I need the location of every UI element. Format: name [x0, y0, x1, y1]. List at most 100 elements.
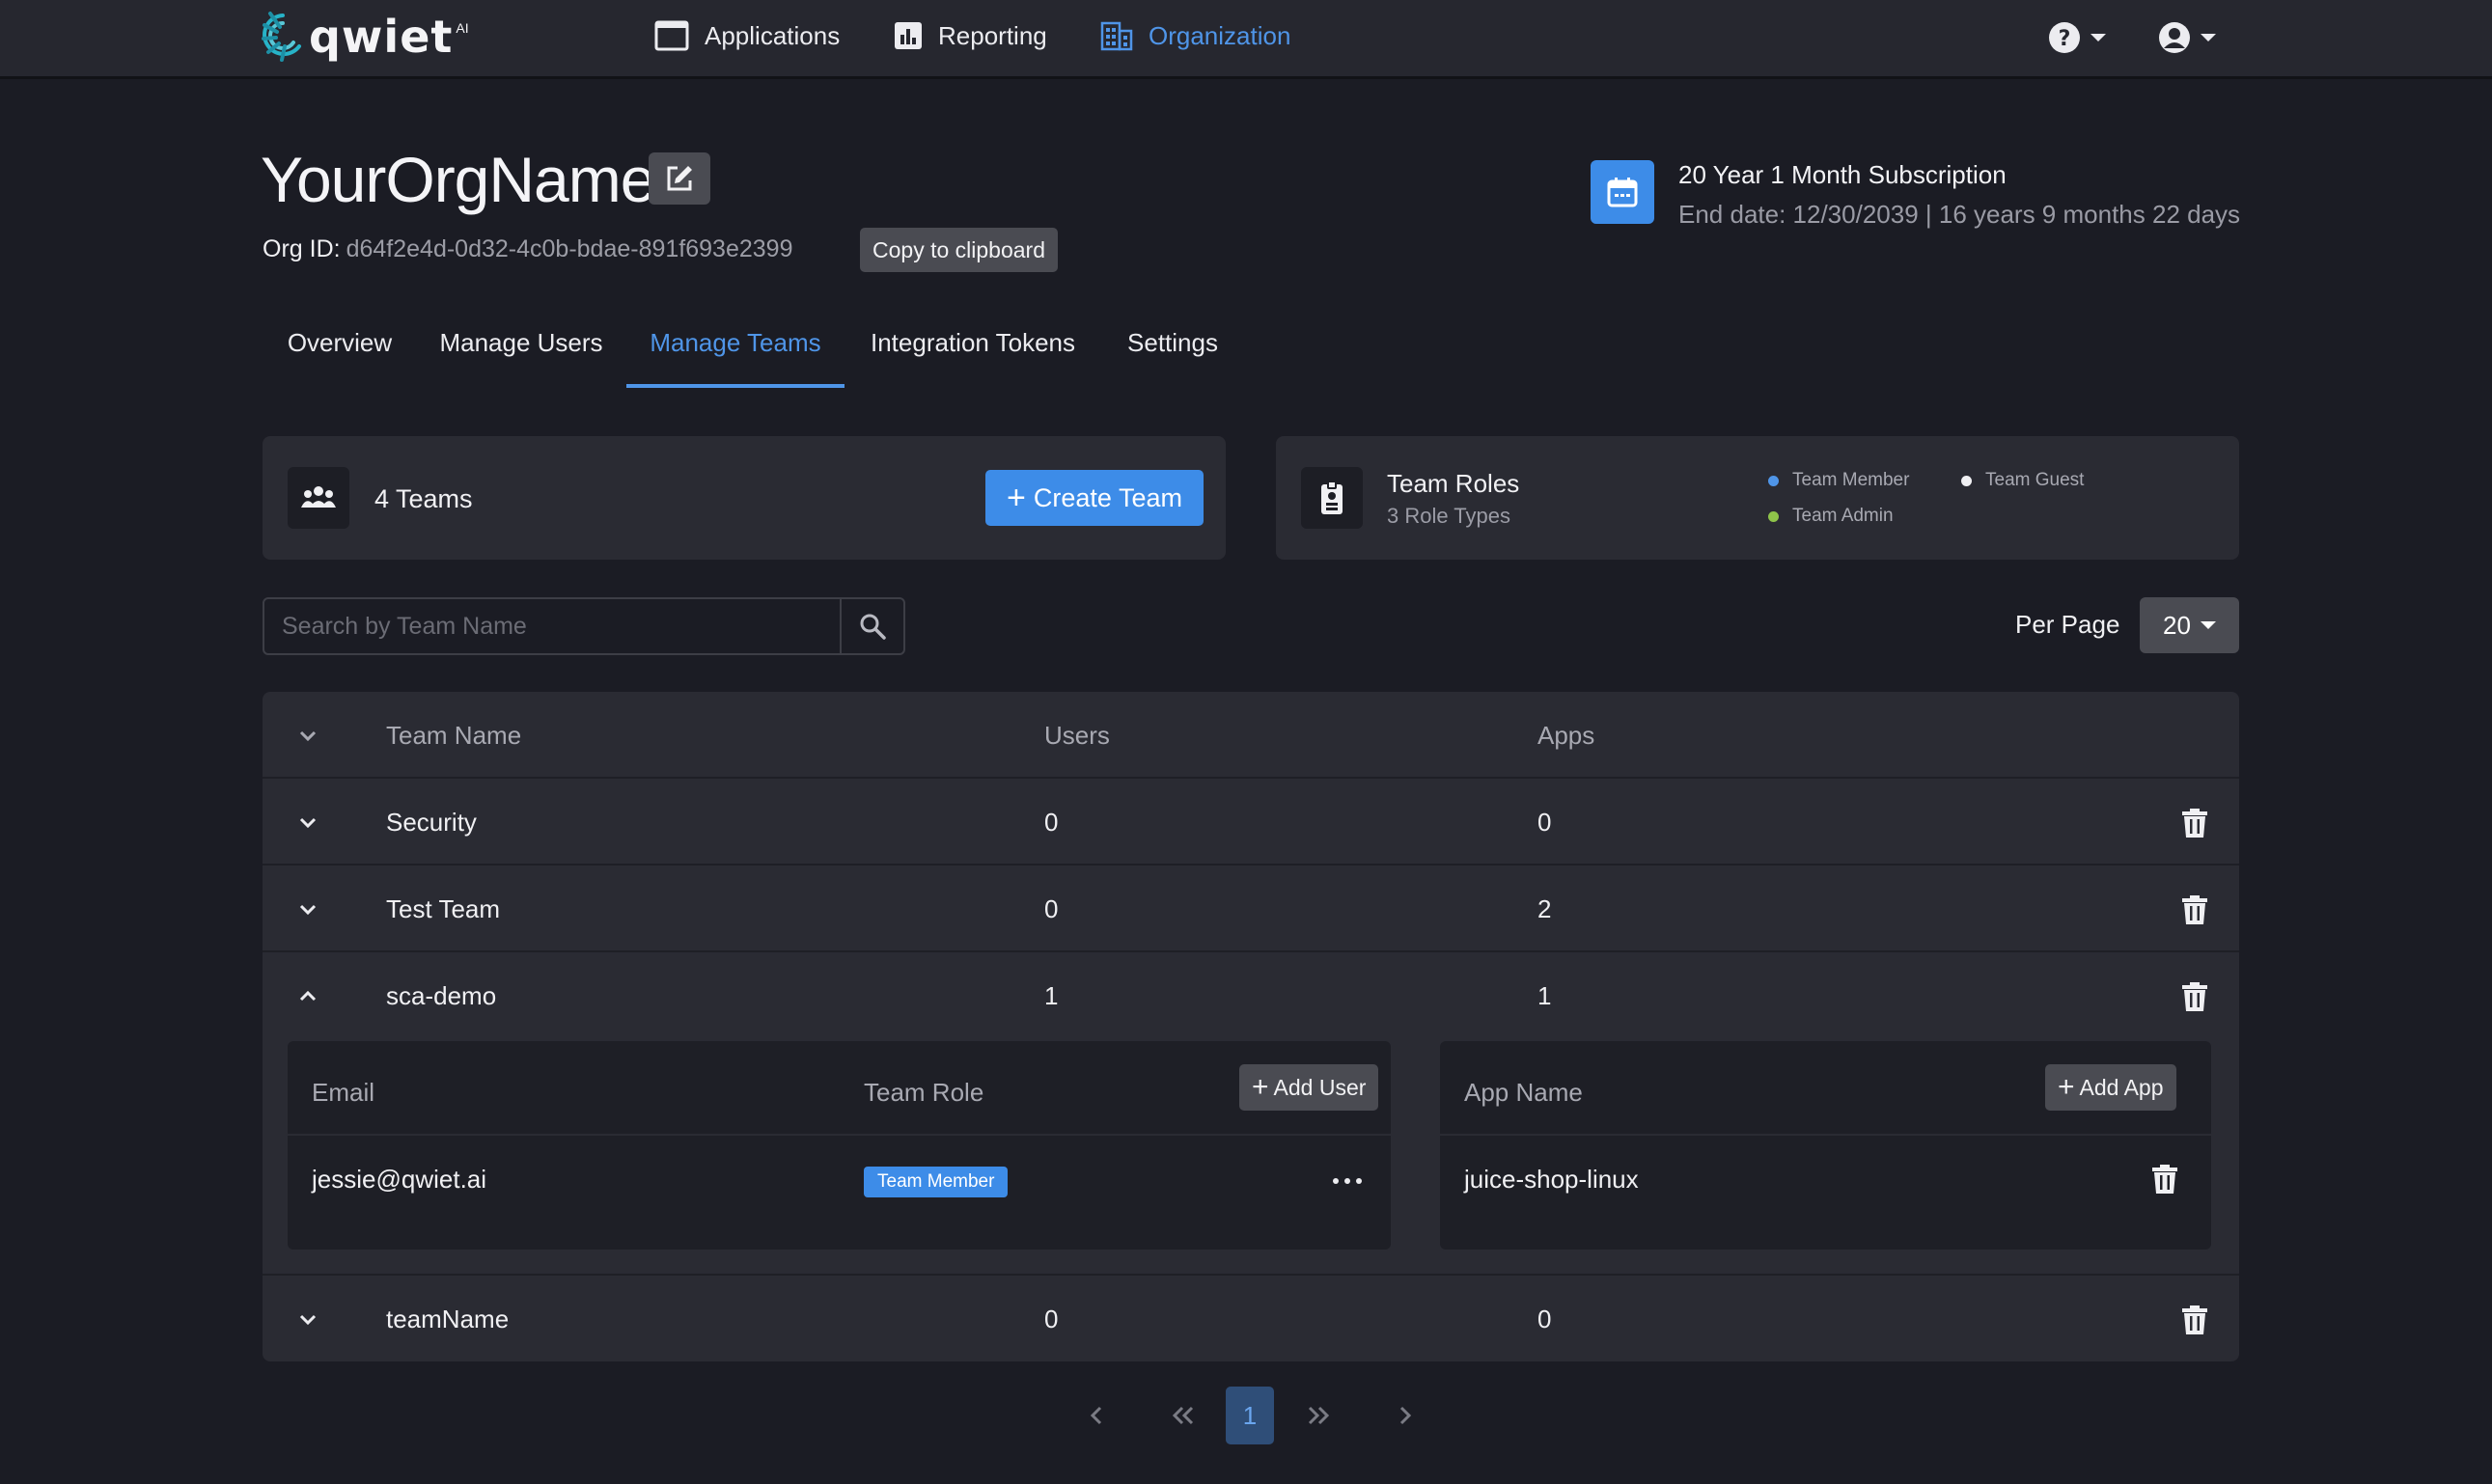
table-row: sca-demo 1 1: [263, 952, 2239, 1039]
legend-team-admin: Team Admin: [1768, 506, 1894, 527]
column-header-team-name[interactable]: Team Name: [386, 721, 521, 751]
add-app-button[interactable]: + Add App: [2045, 1064, 2176, 1111]
help-menu[interactable]: ?: [2048, 17, 2106, 58]
trash-icon[interactable]: [2150, 1164, 2179, 1195]
column-header-users[interactable]: Users: [1044, 721, 1110, 751]
white-dot-icon: [1961, 475, 1972, 486]
double-chevron-right-icon: [1308, 1406, 1330, 1425]
nav-applications-label: Applications: [705, 20, 841, 50]
add-user-button[interactable]: + Add User: [1239, 1064, 1379, 1111]
chevron-up-icon[interactable]: [295, 983, 320, 1008]
top-navbar: qwiet AI Applications Reporting Organiza…: [0, 0, 2492, 79]
nav-applications[interactable]: Applications: [654, 15, 840, 56]
team-users-header: Email Team Role + Add User: [288, 1041, 1391, 1136]
team-users-panel: Email Team Role + Add User jessie@qwiet.…: [288, 1041, 1391, 1250]
blue-dot-icon: [1768, 475, 1779, 486]
users-group-icon: [288, 467, 349, 529]
qwiet-logo-icon: [262, 12, 301, 62]
table-header: Team Name Users Apps: [263, 692, 2239, 779]
per-page-value: 20: [2163, 610, 2191, 640]
app-name: juice-shop-linux: [1464, 1165, 1639, 1194]
chevron-down-icon: [2200, 621, 2216, 629]
team-name-cell: teamName: [386, 1305, 510, 1333]
legend-team-member: Team Member: [1768, 470, 1909, 491]
qwiet-logo[interactable]: qwiet AI: [261, 6, 469, 68]
tab-integration-tokens[interactable]: Integration Tokens: [845, 324, 1100, 388]
brand-name: qwiet: [309, 11, 454, 63]
id-badge-icon: [1301, 467, 1363, 529]
more-options-icon[interactable]: [1333, 1168, 1362, 1194]
table-row: teamName 0 0: [263, 1274, 2239, 1360]
user-email: jessie@qwiet.ai: [312, 1165, 487, 1194]
team-apps-cell: 0: [1537, 1305, 1552, 1333]
nav-reporting[interactable]: Reporting: [894, 15, 1047, 56]
chevron-left-icon: [1090, 1406, 1102, 1425]
legend-label: Team Admin: [1792, 506, 1894, 526]
page-title: YourOrgName: [261, 144, 655, 215]
nav-organization[interactable]: Organization: [1100, 15, 1290, 56]
search-button[interactable]: [840, 599, 903, 653]
search-icon: [860, 614, 886, 640]
add-app-label: Add App: [2079, 1074, 2164, 1100]
create-team-label: Create Team: [1033, 482, 1182, 512]
green-dot-icon: [1768, 510, 1779, 522]
current-page-button[interactable]: 1: [1226, 1387, 1274, 1444]
trash-icon[interactable]: [2180, 981, 2209, 1012]
nav-reporting-label: Reporting: [938, 20, 1047, 50]
user-circle-icon: [2159, 22, 2190, 53]
per-page-select[interactable]: 20: [2140, 597, 2239, 653]
first-page-button[interactable]: [1162, 1387, 1204, 1444]
chevron-down-icon[interactable]: [295, 896, 320, 921]
account-menu[interactable]: [2158, 17, 2216, 58]
plus-icon: +: [2058, 1071, 2075, 1103]
legend-label: Team Member: [1792, 470, 1910, 490]
team-users-cell: 0: [1044, 1305, 1059, 1333]
table-row: Security 0 0: [263, 779, 2239, 866]
team-users-cell: 1: [1044, 981, 1059, 1010]
help-icon: ?: [2049, 22, 2080, 53]
column-header-app-name: App Name: [1464, 1078, 1583, 1107]
last-page-button[interactable]: [1297, 1387, 1340, 1444]
team-roles-title: Team Roles: [1387, 469, 1520, 498]
trash-icon[interactable]: [2180, 894, 2209, 925]
nav-organization-label: Organization: [1149, 20, 1291, 50]
team-apps-panel: App Name + Add App juice-shop-linux: [1440, 1041, 2211, 1250]
create-team-button[interactable]: + Create Team: [985, 470, 1204, 526]
building-icon: [1100, 21, 1133, 51]
tab-overview[interactable]: Overview: [263, 324, 417, 388]
expand-all-chevron-icon[interactable]: [295, 723, 320, 748]
team-name-cell: Test Team: [386, 894, 501, 923]
trash-icon[interactable]: [2180, 808, 2209, 838]
chevron-down-icon: [2091, 34, 2106, 41]
plus-icon: +: [1007, 480, 1026, 516]
search-input[interactable]: [264, 599, 842, 653]
chevron-down-icon[interactable]: [295, 1306, 320, 1332]
team-users-cell: 0: [1044, 894, 1059, 923]
bar-chart-icon: [895, 22, 922, 49]
chevron-right-icon: [1399, 1406, 1412, 1425]
copy-to-clipboard-button[interactable]: Copy to clipboard: [860, 228, 1058, 272]
teams-count: 4 Teams: [374, 484, 473, 513]
brand-suffix: AI: [456, 20, 469, 36]
double-chevron-left-icon: [1172, 1406, 1194, 1425]
table-row: Test Team 0 2: [263, 866, 2239, 952]
column-header-apps[interactable]: Apps: [1537, 721, 1594, 751]
next-page-button[interactable]: [1386, 1387, 1425, 1444]
teams-summary-card: 4 Teams + Create Team: [263, 436, 1226, 560]
team-apps-cell: 1: [1537, 981, 1552, 1010]
team-search: [263, 597, 905, 655]
chevron-down-icon[interactable]: [295, 810, 320, 835]
window-icon: [654, 20, 689, 51]
team-apps-cell: 2: [1537, 894, 1552, 923]
edit-org-name-button[interactable]: [649, 152, 710, 205]
column-header-team-role: Team Role: [864, 1078, 984, 1107]
trash-icon[interactable]: [2180, 1305, 2209, 1335]
previous-page-button[interactable]: [1077, 1387, 1116, 1444]
team-roles-subtitle: 3 Role Types: [1387, 504, 1511, 528]
per-page-label: Per Page: [2015, 610, 2120, 639]
tab-manage-teams[interactable]: Manage Teams: [626, 324, 845, 388]
team-detail-panel: Email Team Role + Add User jessie@qwiet.…: [288, 1041, 2211, 1259]
tab-settings[interactable]: Settings: [1100, 324, 1245, 388]
tab-manage-users[interactable]: Manage Users: [417, 324, 625, 388]
org-id: Org ID: d64f2e4d-0d32-4c0b-bdae-891f693e2…: [263, 235, 792, 263]
